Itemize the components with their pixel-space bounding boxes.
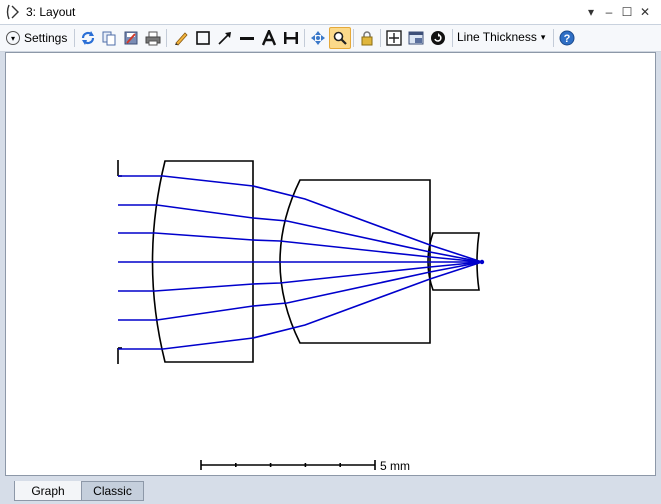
layout-window-icon <box>6 4 19 20</box>
close-button[interactable]: ✕ <box>637 4 653 20</box>
line-thickness-dropdown[interactable]: Line Thickness ▾ <box>457 30 545 44</box>
settings-label: Settings <box>24 31 68 45</box>
copy-icon <box>102 31 116 46</box>
ray <box>118 175 483 263</box>
pan-button[interactable] <box>307 27 329 49</box>
window-button[interactable] <box>405 27 427 49</box>
focal-point <box>479 259 485 265</box>
toolbar-separator <box>380 29 381 47</box>
lock-icon <box>361 31 373 46</box>
text-icon <box>261 30 277 46</box>
dropdown-icon[interactable]: ▾ <box>583 4 599 20</box>
ray <box>118 261 483 350</box>
toolbar-separator <box>452 29 453 47</box>
pencil-icon <box>175 32 188 46</box>
line-thickness-label: Line Thickness <box>457 30 537 44</box>
rotate-button[interactable] <box>427 27 449 49</box>
ray <box>118 261 483 321</box>
lock-button[interactable] <box>356 27 378 49</box>
print-icon <box>145 31 161 46</box>
toolbar: ▾ Settings Line Thickness ▾ ? <box>0 25 661 52</box>
help-button[interactable]: ? <box>556 27 578 49</box>
chevron-down-icon: ▾ <box>540 31 546 42</box>
fit-icon <box>386 30 402 46</box>
settings-button[interactable]: ▾ Settings <box>6 28 67 48</box>
layout-canvas[interactable]: 5 mm <box>5 52 656 476</box>
maximize-button[interactable]: ☐ <box>619 4 635 20</box>
chevron-down-icon: ▾ <box>6 31 20 45</box>
save-button[interactable] <box>120 27 142 49</box>
scale-bar-label: 5 mm <box>380 459 410 473</box>
toolbar-separator <box>304 29 305 47</box>
copy-button[interactable] <box>98 27 120 49</box>
tab-label: Graph <box>31 483 65 498</box>
view-tabs: Graph Classic <box>0 478 661 504</box>
dimension-icon <box>284 32 298 44</box>
rectangle-button[interactable] <box>192 27 214 49</box>
help-icon: ? <box>559 30 575 46</box>
zoom-button[interactable] <box>329 27 351 49</box>
line-button[interactable] <box>236 27 258 49</box>
ray-bundle <box>118 175 483 350</box>
fit-button[interactable] <box>383 27 405 49</box>
refresh-button[interactable] <box>77 27 99 49</box>
tab-graph[interactable]: Graph <box>14 481 82 501</box>
toolbar-separator <box>553 29 554 47</box>
pan-icon <box>311 31 325 45</box>
arrow-button[interactable] <box>214 27 236 49</box>
minimize-button[interactable]: – <box>601 4 617 20</box>
refresh-icon <box>81 31 95 45</box>
scale-bar <box>200 460 376 470</box>
print-button[interactable] <box>142 27 164 49</box>
toolbar-separator <box>166 29 167 47</box>
window-title: 3: Layout <box>26 5 76 19</box>
save-icon <box>124 31 138 45</box>
zoom-icon <box>333 31 347 45</box>
toolbar-separator <box>74 29 75 47</box>
pencil-button[interactable] <box>170 27 192 49</box>
svg-text:?: ? <box>564 33 571 45</box>
tab-classic[interactable]: Classic <box>81 481 144 501</box>
line-icon <box>240 37 254 40</box>
rectangle-icon <box>196 31 210 45</box>
tab-label: Classic <box>93 484 132 498</box>
toolbar-separator <box>353 29 354 47</box>
rotate-icon <box>431 31 445 45</box>
window-icon <box>408 31 424 45</box>
arrow-icon <box>218 32 231 45</box>
lens-layout-drawing: 5 mm <box>117 160 485 473</box>
text-button[interactable] <box>258 27 280 49</box>
dimension-button[interactable] <box>280 27 302 49</box>
title-bar: 3: Layout ▾ – ☐ ✕ <box>0 0 661 25</box>
